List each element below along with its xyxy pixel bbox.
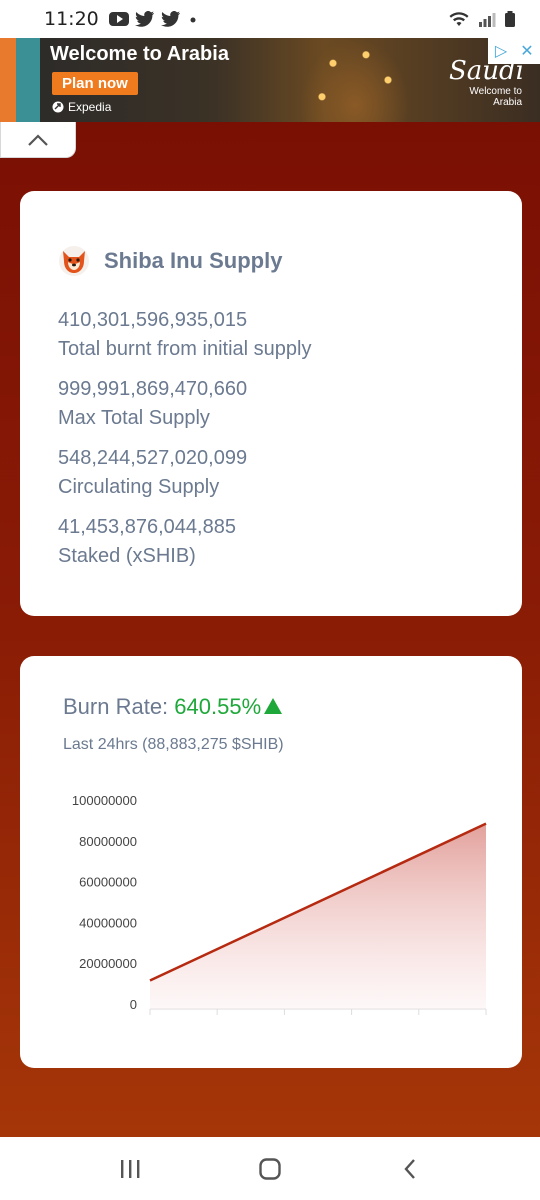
burn-rate-chart: 0 20000000 40000000 60000000 80000000 1000000… [72, 793, 487, 1015]
supply-header: Shiba Inu Supply [58, 245, 282, 277]
dot-icon [190, 17, 196, 23]
back-icon [404, 1158, 415, 1179]
recent-apps-icon [121, 1159, 140, 1178]
stat-label: Staked (xSHIB) [58, 545, 196, 567]
ad-background-image [300, 38, 410, 122]
system-icons [448, 10, 516, 28]
youtube-icon [108, 12, 129, 26]
y-tick-label: 100000000 [72, 793, 137, 808]
burn-rate-card: Burn Rate: 640.55% Last 24hrs (88,883,27… [20, 656, 522, 1068]
y-tick-label: 0 [130, 997, 137, 1012]
close-icon[interactable]: ✕ [514, 38, 540, 64]
stat-value: 548,244,527,020,099 [58, 447, 248, 469]
ad-advertiser: Expedia [52, 100, 111, 114]
signal-icon [479, 13, 496, 27]
stat-label: Total burnt from initial supply [58, 338, 312, 360]
supply-card: Shiba Inu Supply 410,301,596,935,015 Tot… [20, 191, 522, 616]
burn-rate-subtitle: Last 24hrs (88,883,275 $SHIB) [63, 736, 284, 753]
burn-rate-value: 640.55% [174, 694, 262, 719]
chevron-up-icon [28, 133, 48, 146]
ad-banner[interactable]: Welcome to Arabia Plan now Expedia Saudi… [0, 38, 540, 122]
y-tick-label: 80000000 [79, 834, 137, 849]
home-icon [259, 1157, 281, 1180]
battery-icon [505, 11, 515, 27]
stat-max-supply: 999,991,869,470,660 Max Total Supply [58, 375, 247, 433]
burn-rate-label: Burn Rate: [63, 694, 175, 719]
ad-tagline: Welcome to Arabia [469, 86, 522, 108]
stat-value: 410,301,596,935,015 [58, 309, 248, 331]
recent-apps-button[interactable] [100, 1149, 160, 1189]
navigation-bar [0, 1137, 540, 1200]
y-tick-label: 40000000 [79, 915, 137, 930]
shiba-inu-logo-icon [59, 246, 89, 276]
twitter-icon [160, 11, 180, 27]
status-bar: 11:20 [0, 0, 540, 38]
stat-total-burnt: 410,301,596,935,015 Total burnt from ini… [58, 306, 311, 364]
stat-staked: 41,453,876,044,885 Staked (xSHIB) [58, 513, 236, 571]
stat-value: 41,453,876,044,885 [58, 516, 236, 538]
stat-label: Circulating Supply [58, 476, 220, 498]
y-tick-label: 20000000 [79, 956, 137, 971]
notification-icons [108, 11, 199, 27]
status-time: 11:20 [44, 8, 99, 30]
ad-advertiser-name: Expedia [68, 100, 112, 114]
supply-title: Shiba Inu Supply [104, 248, 283, 273]
ad-accent [0, 38, 16, 122]
home-button[interactable] [240, 1149, 300, 1189]
burn-rate-title: Burn Rate: 640.55% [63, 694, 283, 720]
trend-up-icon [264, 698, 283, 714]
stat-circulating-supply: 548,244,527,020,099 Circulating Supply [58, 444, 247, 502]
wifi-icon [449, 12, 469, 26]
y-tick-label: 60000000 [79, 875, 137, 890]
back-button[interactable] [380, 1149, 440, 1189]
chart-area-fill [150, 823, 486, 1009]
ad-plan-now-button[interactable]: Plan now [52, 72, 138, 95]
adchoices-icon[interactable]: ▷ [488, 38, 514, 64]
stat-label: Max Total Supply [58, 407, 210, 429]
ad-controls: ▷ ✕ [488, 38, 540, 64]
collapse-ad-button[interactable] [0, 122, 76, 158]
ad-accent [16, 38, 40, 122]
twitter-icon [134, 11, 154, 27]
ad-title: Welcome to Arabia [50, 43, 229, 65]
stat-value: 999,991,869,470,660 [58, 378, 248, 400]
expedia-icon [52, 101, 64, 113]
